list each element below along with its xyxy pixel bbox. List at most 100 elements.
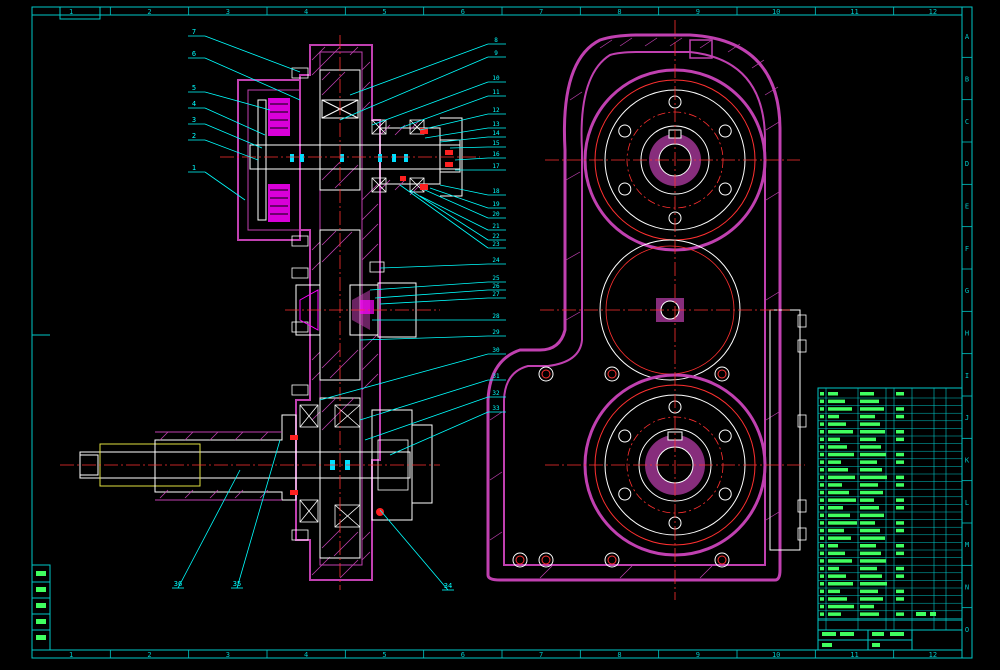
cad-drawing: 1 2 3 4 5 6 7 8 9 10 11 12 1 2 3 4 5 6 7 8 9 10 11 12 ABCDEFGH… (31, 6, 973, 659)
parts-row-mark (896, 528, 904, 533)
bottom-zone-label: 6 (461, 651, 465, 659)
parts-row-mark (828, 422, 846, 426)
parts-row-mark (820, 536, 824, 540)
callout-label-left: 5 (192, 84, 196, 92)
callout-label-left: 2 (192, 132, 196, 140)
parts-row-mark (828, 392, 838, 396)
callout-label-right: 22 (492, 233, 500, 240)
bottom-zone-label: 7 (539, 651, 543, 659)
right-zone-label: B (965, 76, 969, 84)
parts-row-mark (828, 490, 849, 495)
parts-row-mark (820, 612, 824, 616)
parts-list (817, 387, 963, 651)
callout-label-right: 28 (492, 313, 500, 320)
callout-label-right: 29 (492, 329, 500, 336)
callout-label-right: 21 (492, 223, 500, 230)
parts-row-mark (860, 422, 880, 426)
bolt-hole (618, 124, 632, 138)
bottom-zone-label: 11 (850, 651, 858, 659)
parts-row-mark (828, 460, 841, 464)
top-zone-label: 11 (850, 8, 858, 16)
parts-row-mark (860, 521, 875, 525)
parts-row-mark (828, 544, 838, 548)
callout-label-right: 14 (492, 130, 500, 137)
right-zone-label: E (965, 203, 969, 211)
parts-row-mark (896, 475, 904, 480)
parts-row-mark (820, 521, 824, 525)
top-zone-label: 5 (382, 8, 386, 16)
right-zone-label: C (965, 118, 969, 126)
bolt-hole (718, 429, 732, 443)
top-zone-label: 12 (929, 8, 937, 16)
callout-label-right: 20 (492, 211, 500, 218)
callout-label-right: 26 (492, 283, 500, 290)
callout-label-left: 3 (192, 116, 196, 124)
parts-row-mark (820, 597, 824, 601)
parts-row-mark (828, 528, 844, 533)
callout-label-right: 17 (492, 163, 500, 170)
bolt-hole (618, 182, 632, 196)
parts-row-mark (860, 475, 887, 480)
callout-label-right: 18 (492, 188, 500, 195)
top-zone-label: 3 (226, 8, 230, 16)
parts-row-mark (820, 551, 824, 556)
parts-row-mark (828, 399, 845, 404)
parts-row-mark (860, 414, 875, 419)
parts-row-mark (860, 437, 876, 442)
parts-row-mark (896, 430, 904, 434)
top-zone-label: 1 (69, 8, 73, 16)
parts-row-mark (860, 460, 877, 464)
parts-row-mark (828, 452, 854, 457)
parts-row-mark (828, 551, 845, 556)
parts-row-mark (820, 506, 824, 510)
bottom-zone-label: 1 (69, 651, 73, 659)
right-zone-label: A (965, 33, 970, 41)
callout-label-right: 15 (492, 140, 500, 147)
parts-row-mark (828, 407, 852, 411)
parts-row-mark (860, 392, 874, 396)
parts-row-mark (828, 483, 842, 487)
parts-row-mark (896, 483, 904, 487)
parts-row-mark (828, 430, 853, 434)
parts-row-mark (860, 452, 886, 457)
parts-row-mark (828, 612, 841, 616)
top-zone-label: 7 (539, 8, 543, 16)
parts-row-mark (896, 544, 904, 548)
bottom-zone-label: 5 (382, 651, 386, 659)
parts-row-mark (860, 612, 879, 616)
parts-row-mark (820, 392, 824, 396)
bottom-zone-label: 10 (772, 651, 780, 659)
parts-row-mark (896, 452, 904, 457)
parts-row-mark (820, 544, 824, 548)
parts-row-mark (860, 574, 882, 578)
parts-row-mark (896, 414, 904, 419)
parts-row-mark (820, 452, 824, 457)
parts-row-mark (860, 589, 878, 594)
bolt-hole (618, 429, 632, 443)
callout-label-right: 33 (492, 405, 500, 412)
callout-label-left: 36 (174, 580, 182, 588)
parts-row-mark (820, 566, 824, 571)
right-zone-label: I (965, 372, 969, 380)
revision-strip (31, 334, 51, 651)
parts-row-mark (896, 506, 904, 510)
parts-row-mark (896, 392, 904, 396)
bottom-zone-label: 4 (304, 651, 308, 659)
callout-label-left: 4 (192, 100, 196, 108)
callout-label-right: 19 (492, 201, 500, 208)
parts-row-mark (820, 445, 824, 449)
parts-row-mark (828, 521, 857, 525)
callout-label-right: 23 (492, 241, 500, 248)
callout-label-right: 24 (492, 257, 500, 264)
section-view (60, 35, 480, 590)
callout-label-left: 1 (192, 164, 196, 172)
parts-row-mark (820, 422, 824, 426)
parts-row-mark (820, 574, 824, 578)
parts-row-mark (860, 468, 882, 472)
callout-label-right: 30 (492, 347, 500, 354)
parts-row-mark (820, 407, 824, 411)
callout-label-right: 32 (492, 390, 500, 397)
parts-row-mark (896, 612, 904, 616)
parts-row-mark (860, 536, 885, 540)
parts-row-mark (828, 414, 839, 419)
